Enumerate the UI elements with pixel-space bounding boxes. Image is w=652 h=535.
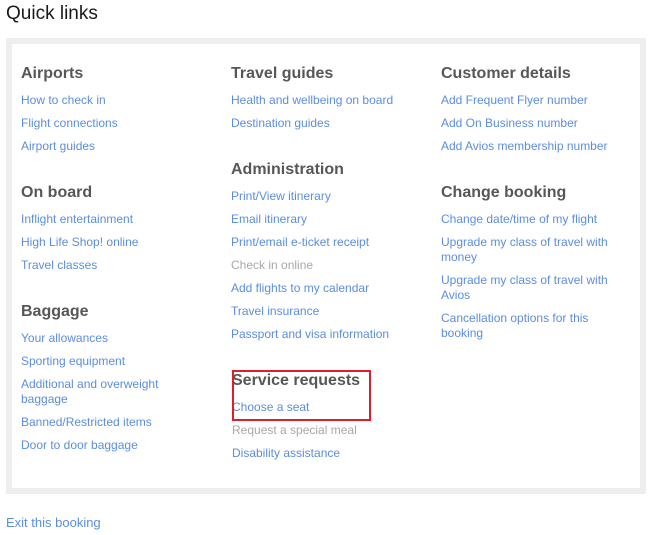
quick-links-panel: Airports How to check in Flight connecti… bbox=[6, 38, 646, 494]
link-how-to-check-in[interactable]: How to check in bbox=[21, 93, 221, 108]
link-destination-guides[interactable]: Destination guides bbox=[231, 116, 431, 131]
section-heading: Travel guides bbox=[231, 65, 334, 82]
link-upgrade-avios[interactable]: Upgrade my class of travel with Avios bbox=[441, 273, 616, 303]
section-change-booking: Change booking Change date/time of my fl… bbox=[441, 182, 631, 341]
section-heading: Service requests bbox=[232, 372, 361, 389]
link-your-allowances[interactable]: Your allowances bbox=[21, 331, 221, 346]
section-on-board: On board Inflight entertainment High Lif… bbox=[21, 182, 221, 273]
link-check-in-online: Check in online bbox=[231, 258, 314, 272]
section-service-requests: Service requests Choose a seat Request a… bbox=[232, 370, 432, 461]
section-heading: Baggage bbox=[21, 303, 89, 320]
link-sporting-equipment[interactable]: Sporting equipment bbox=[21, 354, 221, 369]
link-choose-a-seat[interactable]: Choose a seat bbox=[232, 400, 432, 415]
link-flight-connections[interactable]: Flight connections bbox=[21, 116, 221, 131]
section-airports: Airports How to check in Flight connecti… bbox=[21, 63, 221, 154]
link-print-view-itinerary[interactable]: Print/View itinerary bbox=[231, 189, 431, 204]
link-request-special-meal: Request a special meal bbox=[232, 423, 357, 437]
link-add-on-business[interactable]: Add On Business number bbox=[441, 116, 631, 131]
link-inflight-entertainment[interactable]: Inflight entertainment bbox=[21, 212, 221, 227]
link-email-itinerary[interactable]: Email itinerary bbox=[231, 212, 431, 227]
section-administration: Administration Print/View itinerary Emai… bbox=[231, 159, 431, 342]
link-additional-overweight-baggage[interactable]: Additional and overweight baggage bbox=[21, 377, 171, 407]
section-travel-guides: Travel guides Health and wellbeing on bo… bbox=[231, 63, 431, 131]
link-change-date-time[interactable]: Change date/time of my flight bbox=[441, 212, 631, 227]
section-heading: Airports bbox=[21, 65, 84, 82]
link-upgrade-money[interactable]: Upgrade my class of travel with money bbox=[441, 235, 616, 265]
section-heading: Customer details bbox=[441, 65, 571, 82]
link-banned-restricted-items[interactable]: Banned/Restricted items bbox=[21, 415, 221, 430]
link-travel-classes[interactable]: Travel classes bbox=[21, 258, 221, 273]
page-title: Quick links bbox=[6, 3, 98, 24]
link-print-email-eticket[interactable]: Print/email e-ticket receipt bbox=[231, 235, 431, 250]
link-travel-insurance[interactable]: Travel insurance bbox=[231, 304, 431, 319]
link-cancellation-options[interactable]: Cancellation options for this booking bbox=[441, 311, 601, 341]
section-heading: On board bbox=[21, 184, 93, 201]
link-add-frequent-flyer[interactable]: Add Frequent Flyer number bbox=[441, 93, 631, 108]
section-customer-details: Customer details Add Frequent Flyer numb… bbox=[441, 63, 631, 154]
section-baggage: Baggage Your allowances Sporting equipme… bbox=[21, 301, 221, 453]
section-heading: Change booking bbox=[441, 184, 567, 201]
link-door-to-door-baggage[interactable]: Door to door baggage bbox=[21, 438, 221, 453]
link-airport-guides[interactable]: Airport guides bbox=[21, 139, 221, 154]
link-disability-assistance[interactable]: Disability assistance bbox=[232, 446, 432, 461]
link-add-flights-calendar[interactable]: Add flights to my calendar bbox=[231, 281, 431, 296]
link-add-avios[interactable]: Add Avios membership number bbox=[441, 139, 631, 154]
section-heading: Administration bbox=[231, 161, 344, 178]
link-high-life-shop[interactable]: High Life Shop! online bbox=[21, 235, 221, 250]
link-health-wellbeing[interactable]: Health and wellbeing on board bbox=[231, 93, 431, 108]
exit-booking-link[interactable]: Exit this booking bbox=[6, 515, 101, 530]
link-passport-visa[interactable]: Passport and visa information bbox=[231, 327, 431, 342]
